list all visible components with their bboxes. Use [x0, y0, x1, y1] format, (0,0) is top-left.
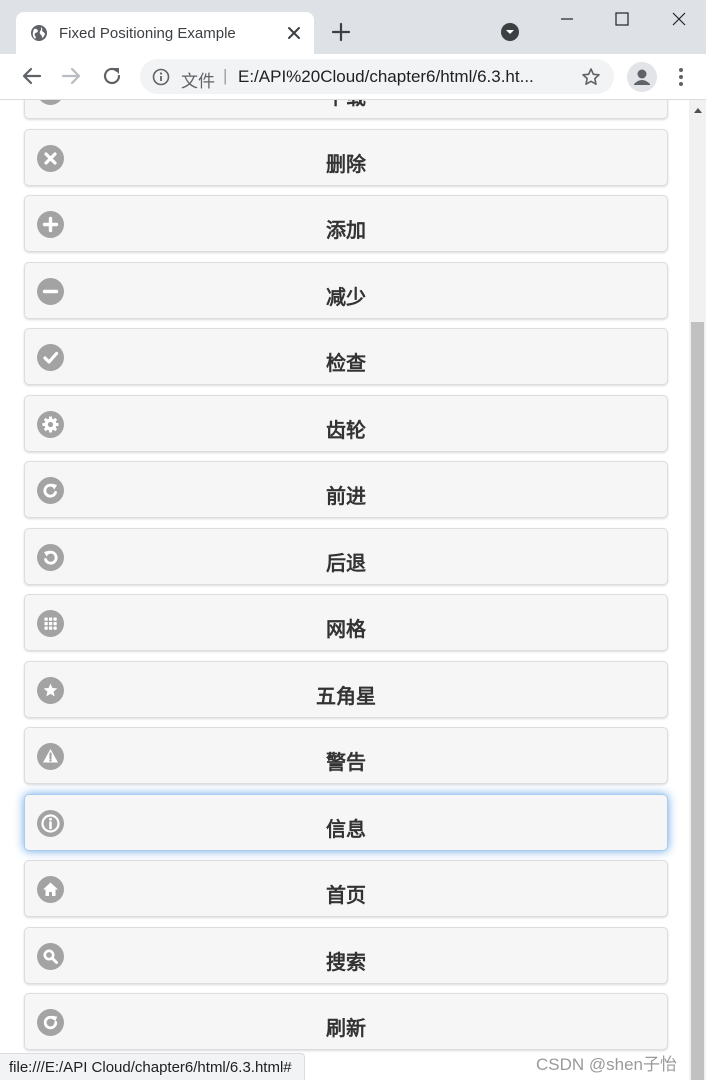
button-label: 网格 — [326, 619, 366, 641]
scroll-up-arrow-icon[interactable] — [694, 108, 702, 113]
button-search[interactable]: 搜索 — [24, 926, 668, 984]
button-refresh[interactable]: 刷新 — [24, 993, 668, 1050]
minimize-icon[interactable] — [556, 8, 578, 30]
scroll-thumb[interactable] — [691, 322, 704, 1080]
reload-icon[interactable] — [100, 64, 124, 88]
page-viewport: 下载删除添加减少检查齿轮前进后退网格五角星警告信息首页搜索刷新 — [0, 100, 706, 1080]
vertical-scrollbar[interactable] — [689, 100, 706, 1080]
button-label: 删除 — [326, 153, 366, 176]
kebab-menu-icon[interactable] — [671, 66, 691, 88]
security-label: 文件 — [181, 72, 215, 91]
button-label: 刷新 — [326, 1018, 366, 1040]
button-list: 下载删除添加减少检查齿轮前进后退网格五角星警告信息首页搜索刷新 — [24, 100, 668, 1060]
button-label: 下载 — [25, 100, 667, 110]
button-label: 信息 — [326, 818, 366, 841]
button-grid[interactable]: 网格 — [24, 594, 668, 651]
button-check[interactable]: 检查 — [24, 328, 668, 385]
button-alert[interactable]: 警告 — [24, 727, 668, 784]
address-bar[interactable]: 文件 | E:/API%20Cloud/chapter6/html/6.3.ht… — [140, 59, 614, 94]
tab-search-icon[interactable] — [499, 21, 521, 43]
button-label: 警告 — [326, 752, 366, 774]
window-close-icon[interactable] — [668, 8, 690, 30]
button-plus[interactable]: 添加 — [24, 195, 668, 252]
button-gear[interactable]: 齿轮 — [24, 394, 668, 452]
button-minus[interactable]: 减少 — [24, 261, 668, 319]
url-separator: | — [223, 66, 228, 85]
url-text[interactable]: E:/API%20Cloud/chapter6/html/6.3.ht... — [238, 67, 534, 87]
browser-toolbar: 文件 | E:/API%20Cloud/chapter6/html/6.3.ht… — [0, 54, 706, 100]
globe-icon — [31, 25, 47, 41]
status-bar: file:///E:/API Cloud/chapter6/html/6.3.h… — [0, 1053, 305, 1080]
button-home[interactable]: 首页 — [24, 860, 668, 917]
bookmark-star-icon[interactable] — [581, 67, 601, 87]
forward-arrow-icon[interactable] — [59, 64, 83, 88]
button-back[interactable]: 后退 — [24, 527, 668, 585]
button-forward[interactable]: 前进 — [24, 461, 668, 518]
button-delete[interactable]: 删除 — [24, 128, 668, 186]
button-label: 齿轮 — [326, 419, 366, 442]
button-label: 后退 — [326, 552, 366, 575]
button-label: 搜索 — [326, 951, 366, 974]
button-info[interactable]: 信息 — [24, 793, 668, 851]
browser-tab[interactable]: Fixed Positioning Example — [16, 12, 314, 54]
button-label: 添加 — [326, 220, 366, 242]
new-tab-icon[interactable] — [329, 20, 353, 44]
maximize-icon[interactable] — [611, 8, 633, 30]
button-label: 首页 — [326, 885, 366, 907]
close-icon[interactable] — [284, 23, 304, 43]
person-icon — [634, 69, 650, 85]
back-arrow-icon[interactable] — [20, 64, 44, 88]
site-info-icon[interactable] — [152, 68, 170, 86]
button-label: 检查 — [326, 353, 366, 375]
button-star[interactable]: 五角星 — [24, 660, 668, 718]
tab-title: Fixed Positioning Example — [59, 25, 236, 42]
watermark: CSDN @shen子怡 — [536, 1055, 678, 1074]
button-label: 五角星 — [316, 685, 376, 708]
tab-strip: Fixed Positioning Example — [0, 0, 706, 54]
profile-avatar[interactable] — [627, 62, 657, 92]
button-label: 前进 — [326, 486, 366, 508]
button-label: 减少 — [326, 286, 366, 309]
button-download[interactable]: 下载 — [24, 100, 668, 119]
